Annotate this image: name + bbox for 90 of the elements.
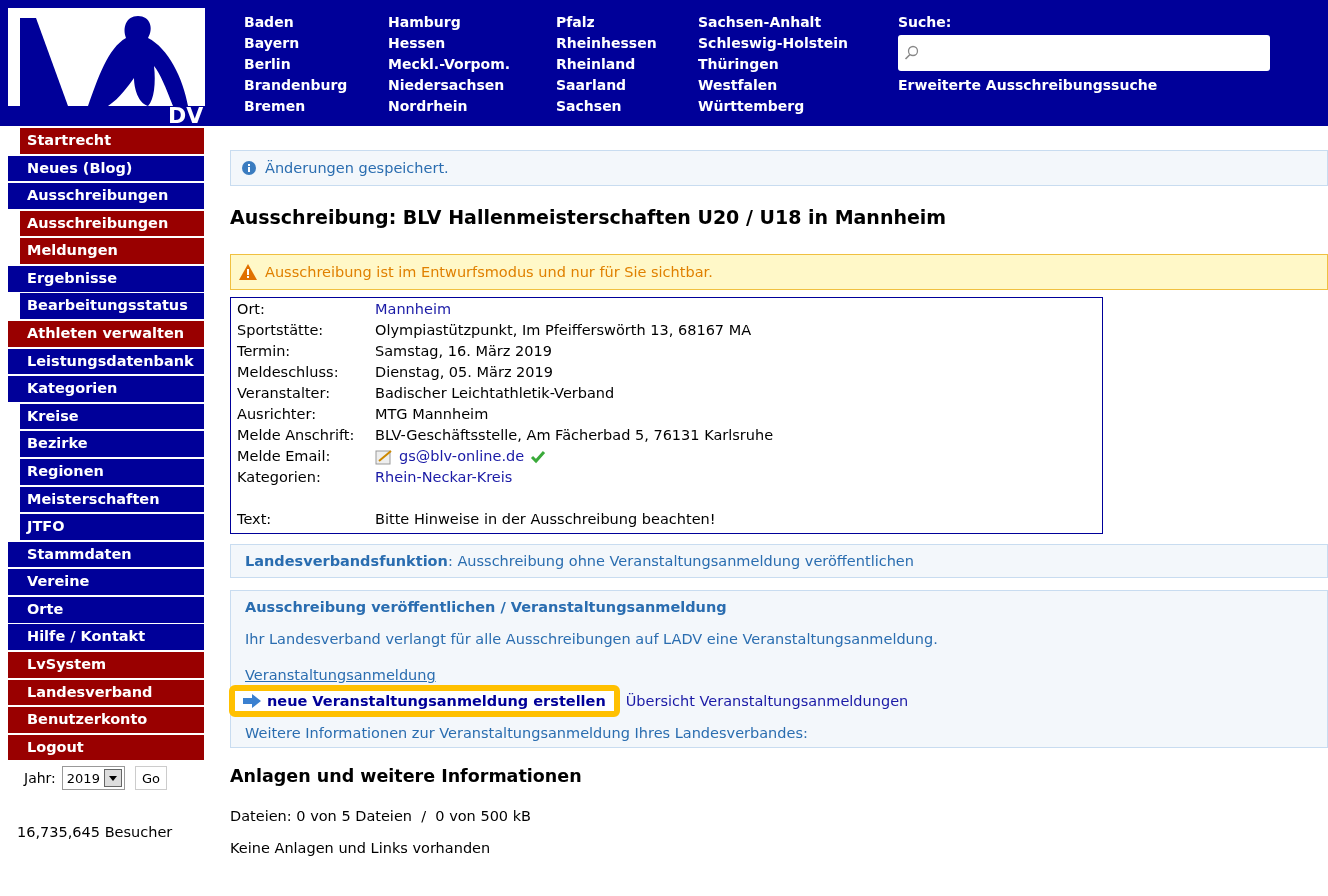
detail-value: MTG Mannheim (375, 405, 489, 424)
region-link[interactable]: Baden (244, 12, 388, 33)
no-attachments-text: Keine Anlagen und Links vorhanden (230, 840, 492, 856)
sidebar-item[interactable]: Hilfe / Kontakt (8, 624, 204, 651)
detail-value: BLV-Geschäftsstelle, Am Fächerbad 5, 76131 Karlsruhe (375, 426, 774, 445)
detail-label: Melde Anschrift: (237, 426, 356, 445)
detail-value: Olympiastützpunkt, Im Pfeifferswörth 13, 68167 MA (375, 321, 752, 340)
email-link[interactable]: gs@blv-online.de (399, 446, 525, 467)
sidebar-item[interactable]: Orte (8, 596, 204, 623)
sidebar-item[interactable]: Benutzerkonto (8, 707, 204, 733)
detail-label: Ort: (237, 300, 266, 319)
year-select[interactable]: 2019 (61, 766, 125, 791)
detail-label: Meldeschluss: (237, 363, 340, 382)
overview-link[interactable]: Übersicht Veranstaltungsanmeldungen (625, 693, 909, 709)
region-link[interactable]: Meckl.-Vorpom. (388, 54, 556, 75)
create-button[interactable]: neue Veranstaltungsanmeldung erstellen (229, 685, 620, 717)
detail-value: Samstag, 16. März 2019 (375, 342, 552, 361)
sidebar-item[interactable]: Logout (8, 734, 204, 761)
detail-label: Sportstätte: (237, 321, 325, 340)
sidebar-item[interactable]: Startrecht (20, 128, 204, 154)
advanced-search-link[interactable]: Erweiterte Ausschreibungssuche (898, 75, 1278, 96)
region-link[interactable]: Hamburg (388, 12, 556, 33)
detail-label: Ausrichter: (237, 405, 317, 424)
region-link[interactable]: Westfalen (698, 75, 898, 96)
region-link[interactable]: Berlin (244, 54, 388, 75)
search-icon (904, 45, 920, 61)
section-heading: Anlagen und weitere Informationen (230, 766, 583, 786)
year-label: Jahr: (24, 770, 56, 787)
sidebar-item[interactable]: Athleten verwalten (8, 321, 204, 347)
region-link[interactable]: Hessen (388, 33, 556, 54)
region-link[interactable]: Nordrhein (388, 96, 556, 117)
region-link[interactable]: Saarland (556, 75, 698, 96)
sidebar-item[interactable]: Kreise (20, 403, 204, 430)
detail-value: Dienstag, 05. März 2019 (375, 363, 553, 382)
sidebar-item[interactable]: Bearbeitungsstatus (20, 293, 204, 320)
detail-link[interactable]: Rhein-Neckar-Kreis (375, 467, 513, 488)
info-text: Änderungen gespeichert. (265, 160, 449, 176)
sidebar-item[interactable]: Ausschreibungen (20, 210, 204, 237)
region-link[interactable]: Thüringen (698, 54, 898, 75)
detail-label: Melde Email: (237, 447, 332, 466)
sidebar-item[interactable]: Vereine (8, 569, 204, 595)
sidebar-item[interactable]: LvSystem (8, 652, 204, 678)
region-link[interactable]: Schleswig-Holstein (698, 33, 898, 54)
sidebar-item[interactable]: Regionen (20, 458, 204, 485)
region-link[interactable]: Bayern (244, 33, 388, 54)
visitor-count: 16,735,645 Besucher (17, 824, 174, 841)
sidebar-item[interactable]: JTFO (20, 514, 204, 540)
warning-text: Ausschreibung ist im Entwurfsmodus und nur für Sie sichtbar. (265, 264, 713, 280)
region-link[interactable]: Württemberg (698, 96, 898, 117)
detail-label: Text: (237, 510, 273, 529)
sidebar-item[interactable]: Neues (Blog) (8, 155, 204, 182)
region-link[interactable]: Bremen (244, 96, 388, 117)
sidebar-item[interactable]: Landesverband (8, 679, 204, 706)
sidebar-item[interactable]: Bezirke (20, 431, 204, 458)
sidebar-item[interactable]: Leistungsdatenbank (8, 348, 204, 375)
check-icon (530, 449, 547, 464)
publish-text: Ihr Landesverband verlangt für alle Ausschreibungen auf LADV eine Veranstaltungsanmeldung. (245, 630, 939, 649)
registration-link[interactable]: Veranstaltungsanmeldung (245, 667, 436, 683)
detail-label: Kategorien: (237, 468, 322, 487)
sidebar-item[interactable]: Ausschreibungen (8, 183, 204, 209)
region-link[interactable]: Niedersachsen (388, 75, 556, 96)
publish-heading: Ausschreibung veröffentlichen / Veranstaltungsanmeldung (245, 598, 728, 617)
page-title: Ausschreibung: BLV Hallenmeisterschaften U20 / U18 in Mannheim (230, 206, 948, 228)
search-field[interactable] (898, 35, 1270, 71)
file-count: Dateien: 0 von 5 Dateien / 0 von 500 kB (230, 808, 533, 824)
region-link[interactable]: Pfalz (556, 12, 698, 33)
region-link[interactable]: Brandenburg (244, 75, 388, 96)
detail-label: Veranstalter: (237, 384, 332, 403)
more-info-text: Weitere Informationen zur Veranstaltungsanmeldung Ihres Landesverbandes: (245, 724, 809, 743)
warning-icon (239, 264, 257, 280)
region-link[interactable]: Rheinhessen (556, 33, 698, 54)
caret-icon (108, 775, 117, 781)
info-icon (241, 160, 257, 176)
search-label: Suche: (898, 13, 953, 32)
sidebar-item[interactable]: Kategorien (8, 376, 204, 402)
detail-link[interactable]: Mannheim (375, 299, 452, 320)
go-button[interactable]: Go (134, 766, 167, 791)
sidebar-item[interactable]: Meldungen (20, 238, 204, 264)
lv-function-text: Landesverbandsfunktion: Ausschreibung ohne Veranstaltungsanmeldung veröffentlichen (245, 552, 915, 571)
region-link[interactable]: Rheinland (556, 54, 698, 75)
sidebar-item[interactable]: Ergebnisse (8, 265, 204, 292)
detail-value: Badischer Leichtathletik-Verband (375, 384, 615, 403)
sidebar-item[interactable]: Meisterschaften (20, 486, 204, 513)
note-icon (375, 448, 393, 465)
region-link[interactable]: Sachsen (556, 96, 698, 117)
detail-value: Bitte Hinweise in der Ausschreibung beachten! (375, 510, 716, 529)
sidebar-item[interactable]: Stammdaten (8, 541, 204, 568)
detail-label: Termin: (237, 342, 292, 361)
region-link[interactable]: Sachsen-Anhalt (698, 12, 898, 33)
arrow-icon (243, 694, 261, 708)
